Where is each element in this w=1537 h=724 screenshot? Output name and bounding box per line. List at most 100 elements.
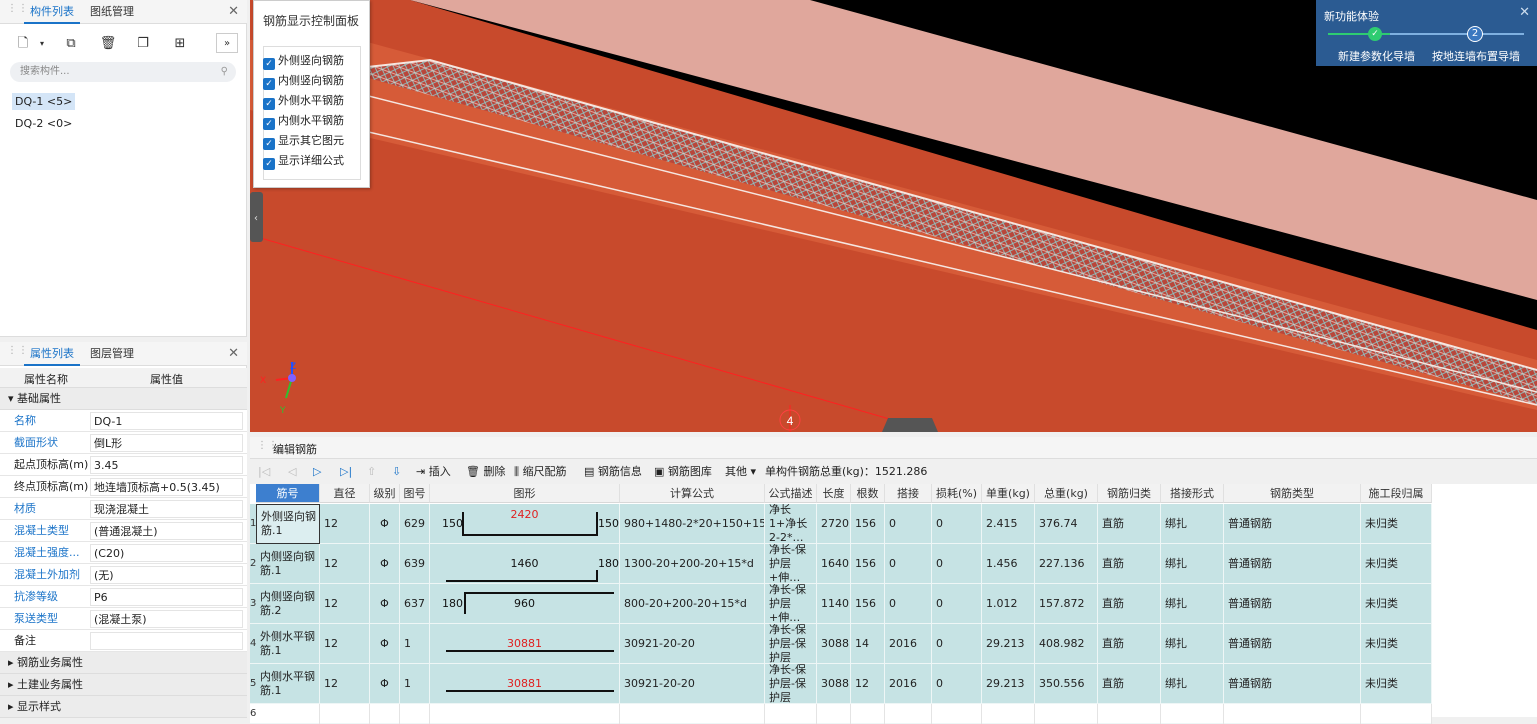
property-row[interactable]: 名称 DQ-1 — [0, 410, 247, 432]
table-cell-cat[interactable]: 直筋 — [1098, 624, 1161, 664]
drag-grip-icon[interactable]: ⋮⋮ — [7, 346, 28, 360]
table-cell-len[interactable]: 1140 — [817, 584, 851, 624]
table-cell-type[interactable]: 普通钢筋 — [1224, 664, 1361, 704]
column-header[interactable]: 搭接形式 — [1161, 484, 1224, 503]
table-cell-count[interactable]: 156 — [851, 544, 885, 584]
column-header[interactable]: 钢筋类型 — [1224, 484, 1361, 503]
column-header[interactable]: 损耗(%) — [932, 484, 982, 503]
table-cell-cat[interactable]: 直筋 — [1098, 584, 1161, 624]
empty-cell[interactable] — [320, 704, 370, 724]
drag-grip-icon[interactable]: ⋮⋮ — [7, 4, 28, 18]
last-icon[interactable]: ▷| — [340, 462, 352, 482]
table-cell-seg[interactable]: 未归类 — [1361, 664, 1432, 704]
scale-rebar-button[interactable]: ⫼ 缩尺配筋 — [514, 462, 567, 482]
empty-cell[interactable] — [765, 704, 817, 724]
table-cell-desc[interactable]: 净长-保护层+伸… — [765, 544, 817, 584]
table-cell-total[interactable]: 350.556 — [1035, 664, 1098, 704]
table-cell-desc[interactable]: 净长-保护层-保护层 — [765, 624, 817, 664]
table-cell-lap[interactable]: 0 — [885, 584, 932, 624]
table-cell-cat[interactable]: 直筋 — [1098, 544, 1161, 584]
table-cell-name[interactable]: 内侧水平钢筋.1 — [256, 664, 320, 704]
next-icon[interactable]: ▷ — [313, 462, 321, 482]
checkbox-item[interactable]: ✓ 外侧水平钢筋 — [263, 93, 344, 110]
table-cell-lap[interactable]: 2016 — [885, 624, 932, 664]
checkbox-checked-icon[interactable]: ✓ — [263, 78, 275, 90]
delete-icon[interactable]: 🗑 — [97, 33, 119, 53]
table-cell-cat[interactable]: 直筋 — [1098, 504, 1161, 544]
shape-cell[interactable]: 30881 — [430, 624, 620, 664]
empty-cell[interactable] — [817, 704, 851, 724]
close-icon[interactable]: ✕ — [228, 346, 239, 361]
checkbox-checked-icon[interactable]: ✓ — [263, 138, 275, 150]
table-cell-loss[interactable]: 0 — [932, 664, 982, 704]
bottom-collapse-handle[interactable] — [882, 418, 938, 432]
group-basic[interactable]: ▾ 基础属性 — [0, 388, 247, 410]
table-cell-cat[interactable]: 直筋 — [1098, 664, 1161, 704]
component-item-dq1[interactable]: DQ-1 <5> — [12, 93, 76, 110]
move-up-icon[interactable]: ⇧ — [367, 462, 376, 482]
property-row[interactable]: 材质 现浇混凝土 — [0, 498, 247, 520]
property-value[interactable]: 3.45 — [90, 456, 243, 474]
table-cell-formula[interactable]: 1300-20+200-20+15*d — [620, 544, 765, 584]
column-header[interactable]: 公式描述 — [765, 484, 817, 503]
table-cell-type[interactable]: 普通钢筋 — [1224, 544, 1361, 584]
table-cell-seg[interactable]: 未归类 — [1361, 584, 1432, 624]
property-row[interactable]: 混凝土外加剂 (无) — [0, 564, 247, 586]
table-cell-unit[interactable]: 2.415 — [982, 504, 1035, 544]
table-cell-fig[interactable]: 639 — [400, 544, 430, 584]
table-cell-fig[interactable]: 1 — [400, 664, 430, 704]
table-cell-laptype[interactable]: 绑扎 — [1161, 584, 1224, 624]
column-header[interactable]: 总重(kg) — [1035, 484, 1098, 503]
checkbox-item[interactable]: ✓ 内侧水平钢筋 — [263, 113, 344, 130]
table-cell-formula[interactable]: 980+1480-2*20+150+150 — [620, 504, 765, 544]
table-cell-seg[interactable]: 未归类 — [1361, 624, 1432, 664]
empty-cell[interactable] — [430, 704, 620, 724]
empty-cell[interactable] — [1098, 704, 1161, 724]
first-icon[interactable]: |◁ — [258, 462, 270, 482]
column-header[interactable]: 图号 — [400, 484, 430, 503]
column-header[interactable]: 级别 — [370, 484, 400, 503]
table-row[interactable]: 1 外侧竖向钢筋.1 12 Φ 629 150 2420 150 980+1480-2*20+1… — [250, 504, 1432, 544]
table-cell-grade[interactable]: Φ — [370, 544, 400, 584]
column-header[interactable]: 单重(kg) — [982, 484, 1035, 503]
table-cell-total[interactable]: 408.982 — [1035, 624, 1098, 664]
table-cell-type[interactable]: 普通钢筋 — [1224, 504, 1361, 544]
search-input[interactable]: 搜索构件... ⚲ — [10, 62, 236, 82]
column-header[interactable]: 直径(mm) — [320, 484, 370, 519]
delete-button[interactable]: 🗑 删除 — [466, 462, 505, 482]
property-value[interactable]: 现浇混凝土 — [90, 500, 243, 518]
component-item-dq2[interactable]: DQ-2 <0> — [12, 115, 75, 132]
property-value[interactable]: 地连墙顶标高+0.5(3.45) — [90, 478, 243, 496]
shape-cell[interactable]: 180 960 — [430, 584, 620, 624]
table-cell-laptype[interactable]: 绑扎 — [1161, 624, 1224, 664]
column-header[interactable]: 钢筋归类 — [1098, 484, 1161, 503]
column-header[interactable]: 搭接 — [885, 484, 932, 503]
table-cell-name[interactable]: 内侧竖向钢筋.1 — [256, 544, 320, 584]
table-cell-fig[interactable]: 1 — [400, 624, 430, 664]
table-cell-name[interactable]: 内侧竖向钢筋.2 — [256, 584, 320, 624]
table-cell-laptype[interactable]: 绑扎 — [1161, 544, 1224, 584]
checkbox-item[interactable]: ✓ 显示详细公式 — [263, 153, 344, 170]
table-cell-len[interactable]: 1640 — [817, 544, 851, 584]
tab-component-list[interactable]: 构件列表 — [24, 0, 80, 24]
table-cell-formula[interactable]: 30921-20-20 — [620, 624, 765, 664]
checkbox-item[interactable]: ✓ 显示其它图元 — [263, 133, 344, 150]
empty-cell[interactable] — [1361, 704, 1432, 724]
checkbox-item[interactable]: ✓ 内侧竖向钢筋 — [263, 73, 344, 90]
table-cell-total[interactable]: 157.872 — [1035, 584, 1098, 624]
table-row[interactable]: 4 外侧水平钢筋.1 12 Φ 1 30881 30921-20-20 净长-保护层-保护层 3… — [250, 624, 1432, 664]
table-row[interactable]: 3 内侧竖向钢筋.2 12 Φ 637 180 960 800-20+200-20+15*d 净… — [250, 584, 1432, 624]
step-2-badge[interactable]: 2 — [1467, 26, 1483, 42]
tab-layer-management[interactable]: 图层管理 — [84, 342, 140, 366]
column-header[interactable]: 筋号 — [256, 484, 320, 503]
close-icon[interactable]: ✕ — [228, 4, 239, 19]
table-cell-grade[interactable]: Φ — [370, 504, 400, 544]
table-row[interactable]: 5 内侧水平钢筋.1 12 Φ 1 30881 30921-20-20 净长-保护层-保护层 3… — [250, 664, 1432, 704]
empty-cell[interactable] — [982, 704, 1035, 724]
layer-copy-icon[interactable]: ⊞ — [169, 33, 191, 53]
shape-cell[interactable]: 150 2420 150 — [430, 504, 620, 544]
property-value[interactable]: 倒L形 — [90, 434, 243, 452]
checkbox-checked-icon[interactable]: ✓ — [263, 58, 275, 70]
group-rebar[interactable]: ▸ 钢筋业务属性 — [0, 652, 247, 674]
table-cell-loss[interactable]: 0 — [932, 544, 982, 584]
